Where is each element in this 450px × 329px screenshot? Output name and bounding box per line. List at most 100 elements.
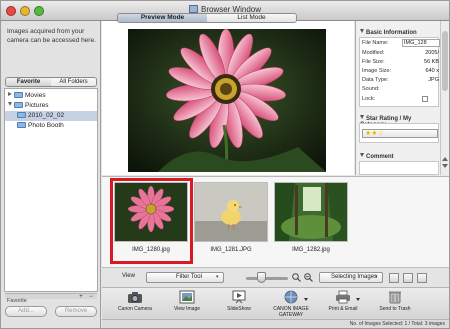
tree-item-pictures[interactable]: Pictures xyxy=(5,101,97,111)
chevron-down-icon: ▾ xyxy=(216,274,219,280)
scroll-up-icon[interactable] xyxy=(442,157,448,161)
rotate-right-button[interactable] xyxy=(403,273,413,283)
selecting-images-dropdown[interactable]: Selecting Images ▾ xyxy=(319,272,383,283)
view-image-button[interactable]: View Image xyxy=(160,290,214,320)
send-to-trash-button[interactable]: Send to Trash xyxy=(368,290,422,320)
thumbnail-img-1281[interactable] xyxy=(194,182,268,242)
basic-info-title: Basic Information xyxy=(366,30,417,36)
tab-preview-mode[interactable]: Preview Mode xyxy=(118,14,207,22)
tree-item-photo-booth[interactable]: Photo Booth xyxy=(5,121,97,131)
folder-icon xyxy=(14,92,23,98)
file-name-field[interactable]: IMG_128 xyxy=(402,39,440,47)
preview-photo[interactable] xyxy=(128,29,326,172)
folder-tabs: Favorite Folders All Folders xyxy=(5,77,97,87)
comment-header[interactable]: Comment xyxy=(360,153,438,160)
comment-box[interactable] xyxy=(359,161,439,175)
info-label: Data Type: xyxy=(362,77,389,83)
zoom-in-icon[interactable] xyxy=(292,273,301,282)
chevron-down-icon[interactable] xyxy=(356,298,360,301)
basic-info-box: File Name: IMG_128 Modified: 2005/ File … xyxy=(359,37,440,107)
action-label: View Image xyxy=(173,306,201,312)
thumbnail-size-slider-knob[interactable] xyxy=(256,272,266,283)
info-row-file-size: File Size: 56 KB xyxy=(362,58,440,67)
print-email-button[interactable]: Print & Email xyxy=(316,290,370,320)
slideshow-button[interactable]: SlideShow xyxy=(212,290,266,320)
preview-area xyxy=(102,21,354,175)
tree-item-label: Photo Booth xyxy=(28,122,64,129)
info-row-modified: Modified: 2005/ xyxy=(362,49,440,58)
chevron-down-icon[interactable] xyxy=(304,298,308,301)
slideshow-icon xyxy=(232,290,246,304)
zoom-out-icon[interactable] xyxy=(304,273,313,282)
info-label: Modified: xyxy=(362,50,385,56)
action-label: Canon Camera xyxy=(118,306,152,312)
chick-thumbnail-image xyxy=(195,183,267,241)
tree-item-label: 2010_02_02 xyxy=(28,112,65,119)
thumbnail-label: IMG_1282.jpg xyxy=(292,247,330,253)
thumbnail-label: IMG_1281.JPG xyxy=(210,247,252,253)
disclosure-down-icon xyxy=(360,115,364,119)
folder-tree: Movies Pictures 2010_02_02 Photo Booth xyxy=(4,88,98,292)
tree-item-movies[interactable]: Movies xyxy=(5,91,97,101)
info-label: File Size: xyxy=(362,59,385,65)
star-rating-box: ★★☆ xyxy=(359,123,439,143)
view-image-icon xyxy=(179,290,195,304)
add-favorite-icon[interactable]: + xyxy=(77,294,85,300)
info-row-image-size: Image Size: 640 x xyxy=(362,67,440,76)
filter-tool-value: Filter Tool xyxy=(176,274,202,280)
folder-icon xyxy=(14,102,23,108)
info-label: File Name: xyxy=(362,40,389,46)
selected-thumbnail-highlight xyxy=(110,178,193,264)
thumbnail-img-1282[interactable] xyxy=(274,182,348,242)
info-scroll-thumb[interactable] xyxy=(442,31,448,91)
lock-checkbox[interactable] xyxy=(422,96,428,102)
tree-item-label: Pictures xyxy=(25,102,49,109)
camera-message: Images acquired from your camera can be … xyxy=(7,28,96,44)
remove-favorite-icon[interactable]: − xyxy=(87,294,95,300)
tree-item-2010-02-02[interactable]: 2010_02_02 xyxy=(5,111,97,121)
info-row-sound: Sound: xyxy=(362,85,440,94)
info-value: 56 KB xyxy=(424,59,439,65)
filter-tool-dropdown[interactable]: Filter Tool ▾ xyxy=(146,272,224,283)
action-label: Send to Trash xyxy=(379,306,411,312)
add-favorite-button[interactable]: Add... xyxy=(5,306,47,317)
browser-window-icon xyxy=(188,5,198,13)
disclosure-right-icon[interactable] xyxy=(8,92,12,96)
comment-title: Comment xyxy=(366,154,394,160)
action-label: Print & Email xyxy=(328,306,358,312)
info-value: 2005/ xyxy=(425,50,439,56)
star-rating-select[interactable]: ★★☆ xyxy=(362,129,438,138)
tab-favorite-folders[interactable]: Favorite Folders xyxy=(6,78,51,86)
action-toolbar: Canon Camera View Image SlideShow CANON … xyxy=(102,287,449,319)
canon-camera-button[interactable]: Canon Camera xyxy=(108,290,162,320)
tree-item-label: Movies xyxy=(25,92,46,99)
status-bar: No. of Images Selected: 1 / Total: 3 ima… xyxy=(102,319,449,328)
view-label: View xyxy=(122,273,135,279)
left-panel: Images acquired from your camera can be … xyxy=(1,21,101,328)
disclosure-down-icon[interactable] xyxy=(8,102,12,106)
mode-tabs: Preview Mode List Mode xyxy=(117,13,297,23)
print-icon xyxy=(336,290,350,304)
favorite-label: Favorite xyxy=(7,298,27,304)
info-value: JPG xyxy=(428,77,439,83)
camera-icon xyxy=(128,292,142,303)
image-settings-button[interactable] xyxy=(417,273,427,283)
info-row-data-type: Data Type: JPG xyxy=(362,76,440,85)
info-label: Sound: xyxy=(362,86,380,92)
canon-image-gateway-button[interactable]: CANON IMAGE GATEWAY xyxy=(264,290,318,320)
action-label: CANON IMAGE GATEWAY xyxy=(273,306,309,318)
rotate-left-button[interactable] xyxy=(389,273,399,283)
trash-icon xyxy=(389,291,401,304)
view-toolbar: View Filter Tool ▾ Selecting Images ▾ xyxy=(102,267,449,287)
forest-thumbnail-image xyxy=(275,183,347,241)
info-panel: Basic Information File Name: IMG_128 Mod… xyxy=(355,21,449,175)
thumbnail-strip: IMG_1280.jpg IMG_1281.JPG IMG_1282.jpg xyxy=(102,176,449,267)
tab-all-folders[interactable]: All Folders xyxy=(51,78,96,86)
basic-info-header[interactable]: Basic Information xyxy=(360,29,438,36)
scroll-down-icon[interactable] xyxy=(442,164,448,168)
info-label: Image Size: xyxy=(362,68,392,74)
info-scrollbar[interactable] xyxy=(440,21,449,175)
tab-list-mode[interactable]: List Mode xyxy=(207,14,296,22)
thumbnail-size-slider[interactable] xyxy=(246,277,288,280)
remove-favorite-button[interactable]: Remove xyxy=(55,306,97,317)
